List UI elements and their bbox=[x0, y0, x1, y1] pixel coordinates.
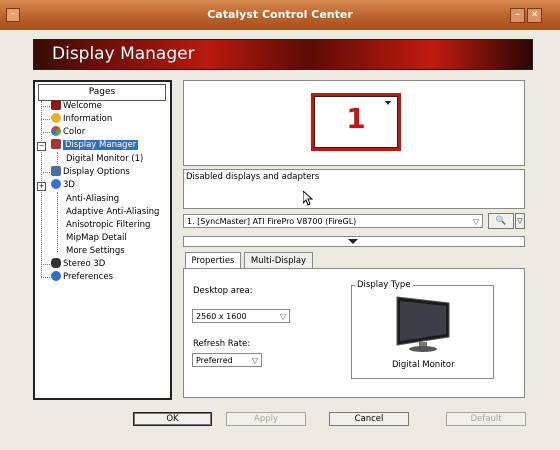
color-icon bbox=[51, 126, 61, 136]
tab-label: Multi-Display bbox=[250, 256, 307, 266]
display-options-icon bbox=[51, 166, 61, 176]
tree-item-label: Digital Monitor (1) bbox=[66, 154, 144, 164]
display-type-label: Display Type bbox=[355, 280, 413, 290]
tree-item-information[interactable]: Information bbox=[51, 113, 112, 125]
title-bar: – Catalyst Control Center – ✕ bbox=[0, 0, 560, 30]
refresh-rate-value: Preferred bbox=[196, 356, 233, 365]
mouse-pointer-icon bbox=[303, 191, 313, 206]
tree-item-label: Information bbox=[63, 114, 113, 124]
disabled-displays-label: Disabled displays and adapters bbox=[186, 172, 320, 182]
expand-display-manager-icon[interactable]: − bbox=[37, 142, 46, 151]
desktop-area-label: Desktop area: bbox=[193, 286, 253, 296]
refresh-rate-label: Refresh Rate: bbox=[193, 339, 251, 349]
preferences-gear-icon bbox=[51, 271, 61, 281]
identify-button[interactable]: 🔍 bbox=[488, 213, 514, 229]
tree-item-label: Display Manager bbox=[63, 140, 139, 150]
pages-header: Pages bbox=[38, 84, 166, 101]
chevron-down-icon: ▽ bbox=[279, 312, 287, 321]
desktop-area-select[interactable]: 2560 x 1600 ▽ bbox=[192, 309, 290, 323]
tree-item-stereo-3d[interactable]: Stereo 3D bbox=[51, 258, 105, 270]
tree-item-label: 3D bbox=[63, 180, 75, 190]
default-button[interactable]: Default bbox=[446, 412, 526, 426]
digital-monitor-icon bbox=[396, 296, 450, 352]
tree-item-adaptive-anti-aliasing[interactable]: Adaptive Anti-Aliasing bbox=[66, 206, 159, 218]
tree-item-label: Stereo 3D bbox=[63, 259, 106, 269]
tree-item-color[interactable]: Color bbox=[51, 126, 85, 138]
adapter-select[interactable]: 1. [SyncMaster] ATI FirePro V8700 (FireG… bbox=[183, 214, 483, 228]
tree-item-preferences[interactable]: Preferences bbox=[51, 271, 113, 283]
tree-line bbox=[41, 264, 50, 265]
monitor-1-tile[interactable]: 1 bbox=[311, 93, 401, 151]
expand-panel-toggle[interactable] bbox=[183, 236, 525, 247]
tree-item-display-options[interactable]: Display Options bbox=[51, 166, 130, 178]
monitor-number: 1 bbox=[346, 102, 366, 135]
close-icon[interactable]: ✕ bbox=[527, 8, 542, 23]
tree-item-display-manager[interactable]: Display Manager bbox=[51, 139, 139, 151]
tree-item-anisotropic-filtering[interactable]: Anisotropic Filtering bbox=[66, 219, 150, 231]
3d-icon bbox=[51, 179, 61, 189]
disabled-displays-area: Disabled displays and adapters bbox=[183, 169, 525, 209]
tree-item-label: More Settings bbox=[66, 246, 125, 256]
page-title: Display Manager bbox=[52, 44, 195, 64]
tree-line bbox=[41, 172, 50, 173]
tree-line bbox=[41, 119, 50, 120]
display-manager-icon bbox=[51, 139, 61, 149]
minimize-icon[interactable]: – bbox=[510, 8, 525, 23]
welcome-icon bbox=[51, 100, 61, 110]
tree-item-more-settings[interactable]: More Settings bbox=[66, 245, 125, 257]
information-icon bbox=[51, 113, 61, 123]
expand-arrow-icon bbox=[348, 239, 358, 244]
tree-item-digital-monitor[interactable]: Digital Monitor (1) bbox=[66, 153, 143, 165]
tree-item-label: Anti-Aliasing bbox=[66, 194, 120, 204]
refresh-rate-select[interactable]: Preferred ▽ bbox=[192, 353, 262, 367]
monitor-menu-arrow-icon[interactable] bbox=[385, 101, 391, 105]
tree-item-anti-aliasing[interactable]: Anti-Aliasing bbox=[66, 193, 119, 205]
tree-item-label: Preferences bbox=[63, 272, 113, 282]
tree-item-label: Adaptive Anti-Aliasing bbox=[66, 207, 160, 217]
expand-3d-icon[interactable]: + bbox=[37, 182, 46, 191]
chevron-down-icon: ▽ bbox=[472, 217, 480, 226]
cancel-button[interactable]: Cancel bbox=[329, 412, 409, 426]
tree-item-label: Anisotropic Filtering bbox=[66, 220, 151, 230]
tree-item-welcome[interactable]: Welcome bbox=[51, 100, 102, 112]
tree-item-label: Color bbox=[63, 127, 86, 137]
tree-line bbox=[41, 277, 50, 278]
tab-multi-display[interactable]: Multi-Display bbox=[244, 252, 313, 268]
tree-item-label: Welcome bbox=[63, 101, 102, 111]
catalyst-window: – Catalyst Control Center – ✕ Display Ma… bbox=[0, 0, 560, 450]
window-title: Catalyst Control Center bbox=[207, 8, 353, 21]
tree-item-3d[interactable]: 3D bbox=[51, 179, 75, 191]
tree-line bbox=[41, 106, 50, 107]
magnifier-icon: 🔍 bbox=[495, 216, 507, 226]
desktop-area-value: 2560 x 1600 bbox=[196, 312, 247, 321]
stereo-glasses-icon bbox=[51, 258, 61, 268]
chevron-down-icon: ▽ bbox=[251, 356, 259, 365]
page-header-banner: Display Manager bbox=[33, 39, 533, 70]
identify-dropdown-button[interactable]: ▽ bbox=[515, 213, 525, 229]
apply-button[interactable]: Apply bbox=[226, 412, 306, 426]
tree-item-label: MipMap Detail bbox=[66, 233, 127, 243]
ok-button[interactable]: OK bbox=[133, 412, 212, 426]
tree-line bbox=[57, 192, 58, 252]
tree-item-label: Display Options bbox=[63, 167, 130, 177]
display-type-value: Digital Monitor bbox=[392, 360, 455, 370]
tab-label: Properties bbox=[191, 256, 235, 266]
tree-item-mipmap-detail[interactable]: MipMap Detail bbox=[66, 232, 127, 244]
tree-line bbox=[41, 132, 50, 133]
tree-line bbox=[57, 152, 58, 164]
adapter-select-value: 1. [SyncMaster] ATI FirePro V8700 (FireG… bbox=[187, 217, 357, 226]
